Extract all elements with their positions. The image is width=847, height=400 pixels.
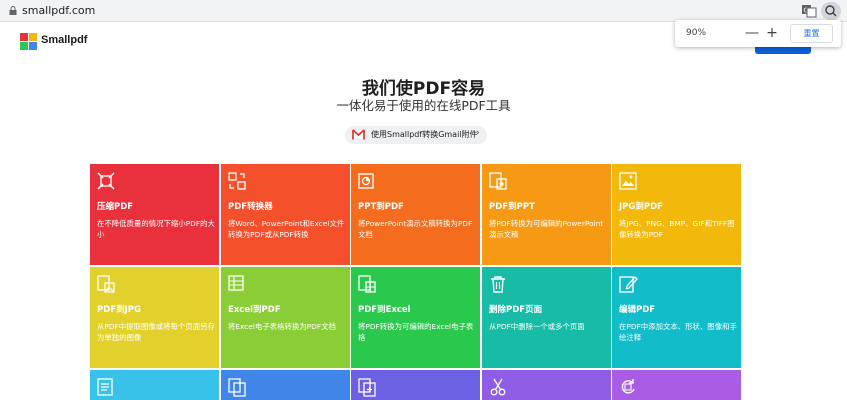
tool-tile-5[interactable]: JPG到PDF 将JPG、PNG、BMP、GIF和TIFF图像转换为PDF [612, 164, 741, 265]
doc-icon [97, 378, 113, 396]
excel-icon [228, 275, 244, 291]
tool-description: 将PDF转换为可编辑的PowerPoint演示文稿 [489, 219, 604, 239]
zoom-button[interactable] [821, 2, 841, 20]
tool-description: 从PDF中提取图像或将每个页面另存为单独的图像 [97, 322, 215, 342]
zoom-level: 90% [686, 28, 707, 38]
zoom-in-button[interactable]: + [765, 22, 779, 44]
tool-title: 删除PDF页面 [489, 305, 543, 315]
tool-tile-8[interactable]: PDF到Excel 将PDF转换为可编辑的Excel电子表格 [351, 267, 480, 368]
tool-tile-2[interactable]: PDF转换器将Word、PowerPoint和Excel文件转换为PDF或从PD… [221, 164, 350, 265]
tool-tile-6[interactable]: PDF到JPG 从PDF中提取图像或将每个页面另存为单独的图像 [90, 267, 219, 368]
tool-description: 将Excel电子表格转换为PDF文档 [228, 322, 336, 331]
tool-tile-4[interactable]: PDF到PPT 将PDF转换为可编辑的PowerPoint演示文稿 [482, 164, 611, 265]
tool-title: PPT到PDF [358, 202, 404, 212]
gmail-cta-label: 使用Smallpdf转换Gmail附件 [371, 130, 478, 139]
translate-icon[interactable]: G [801, 3, 817, 19]
tool-tile-7[interactable]: Excel到PDF 将Excel电子表格转换为PDF文档 [221, 267, 350, 368]
tool-tile-3[interactable]: PPT到PDF 将PowerPoint演示文稿转换为PDF文档 [351, 164, 480, 265]
pdf-to-jpg-icon [97, 275, 115, 293]
edit-icon [619, 276, 638, 293]
lock-icon[interactable] [9, 6, 17, 15]
scissors-icon [490, 378, 506, 396]
tool-tile-1[interactable]: 压缩PDF 在不降低质量的情况下缩小PDF的大小 [90, 164, 219, 265]
tool-description: 将Word、PowerPoint和Excel文件转换为PDF或从PDF转换 [228, 219, 345, 239]
pdf-to-excel-icon [358, 275, 376, 293]
tool-tile-13[interactable] [351, 370, 480, 400]
tool-tile-11[interactable] [90, 370, 219, 400]
zoom-reset-button[interactable]: 重置 [790, 24, 833, 43]
tool-description: 将JPG、PNG、BMP、GIF和TIFF图像转换为PDF [619, 219, 735, 239]
chevron-right-icon: › [476, 128, 480, 138]
rotate-icon [621, 379, 635, 394]
magnifier-icon [825, 5, 837, 17]
gmail-icon [352, 129, 365, 140]
tools-grid: 压缩PDF 在不降低质量的情况下缩小PDF的大小 PDF转换器将Word、Power… [90, 164, 742, 400]
page-subtitle: 一体化易于使用的在线PDF工具 [336, 98, 511, 113]
tool-tile-12[interactable] [221, 370, 350, 400]
tool-title: PDF转换器 [228, 202, 273, 212]
pages-icon [228, 378, 246, 397]
tool-tile-14[interactable] [482, 370, 611, 400]
tool-title: PDF到PPT [489, 202, 535, 212]
tool-title: PDF到Excel [358, 305, 411, 315]
zoom-popup: 90% — + 重置 [675, 20, 841, 47]
tool-tile-9[interactable]: 删除PDF页面从PDF中删除一个或多个页面 [482, 267, 611, 368]
tool-description: 在PDF中添加文本、形状、图像和手绘注释 [619, 322, 737, 342]
zoom-out-button[interactable]: — [745, 22, 759, 44]
tool-title: Excel到PDF [228, 305, 281, 315]
image-icon [619, 172, 637, 190]
tool-title: PDF到JPG [97, 305, 141, 315]
ppt-icon [358, 173, 374, 189]
smallpdf-logo-icon[interactable] [20, 33, 37, 50]
tool-description: 在不降低质量的情况下缩小PDF的大小 [97, 219, 215, 239]
tool-description: 将PowerPoint演示文稿转换为PDF文档 [358, 219, 473, 239]
tool-description: 将PDF转换为可编辑的Excel电子表格 [358, 322, 474, 342]
tool-tile-15[interactable] [612, 370, 741, 400]
tool-title: JPG到PDF [619, 202, 663, 212]
compress-icon [97, 172, 115, 190]
gmail-attachment-button[interactable]: 使用Smallpdf转换Gmail附件 › [345, 126, 487, 144]
logo-text[interactable]: Smallpdf [41, 34, 87, 46]
address-bar[interactable]: smallpdf.com G [0, 0, 847, 22]
pdf-to-ppt-icon [489, 172, 507, 190]
convert-icon [228, 172, 246, 190]
tool-description: 从PDF中删除一个或多个页面 [489, 322, 585, 331]
tool-title: 压缩PDF [97, 202, 134, 212]
url-text[interactable]: smallpdf.com [22, 4, 95, 17]
tool-title: 编辑PDF [619, 305, 656, 315]
tool-tile-10[interactable]: 编辑PDF 在PDF中添加文本、形状、图像和手绘注释 [612, 267, 741, 368]
trash-icon [491, 276, 505, 293]
merge-icon [358, 378, 376, 397]
